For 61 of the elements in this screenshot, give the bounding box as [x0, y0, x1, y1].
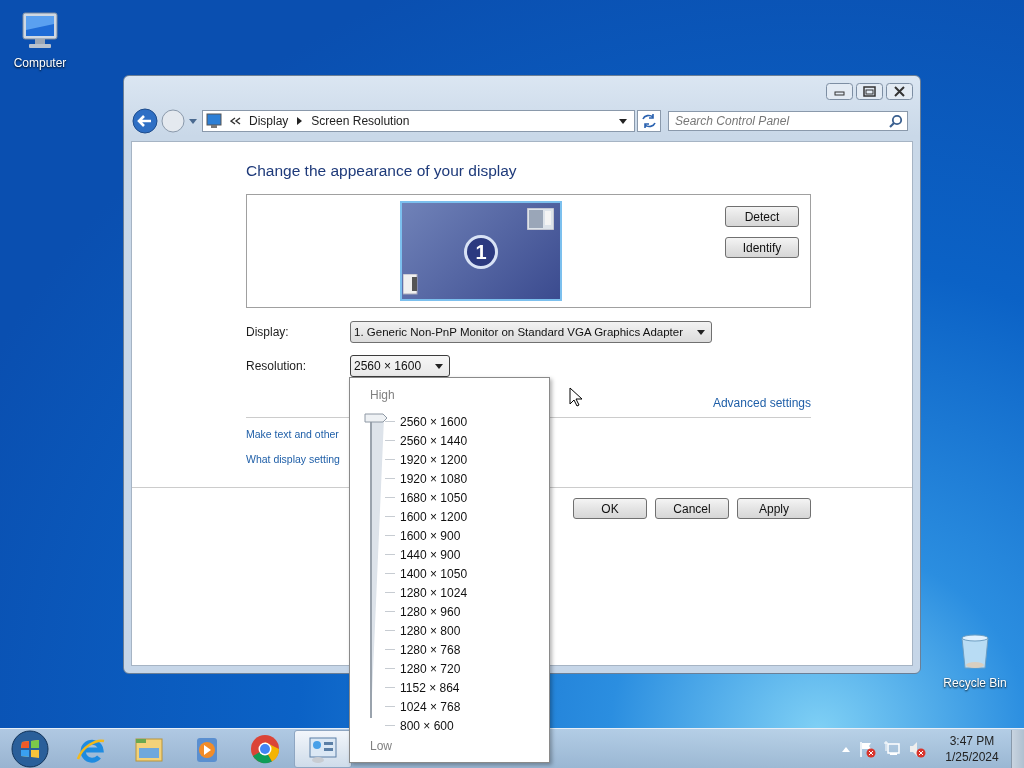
preview-action-button[interactable]: Identify — [725, 237, 799, 258]
resolution-option[interactable]: 1920 × 1200 — [400, 452, 468, 467]
minimize-button[interactable] — [826, 83, 853, 100]
chrome-icon[interactable] — [249, 732, 281, 765]
breadcrumb-arrow-icon[interactable] — [296, 116, 304, 126]
start-button[interactable] — [10, 728, 50, 768]
address-bar[interactable]: Display Screen Resolution — [202, 110, 635, 132]
dialog-button[interactable]: OK — [573, 498, 647, 519]
resolution-option[interactable]: 1280 × 720 — [400, 661, 461, 676]
monitor-preview[interactable]: 1 — [400, 201, 562, 301]
taskbar-button[interactable] — [294, 729, 352, 768]
resolution-option[interactable]: 2560 × 1440 — [400, 433, 468, 448]
resolution-option[interactable]: 1024 × 768 — [400, 699, 461, 714]
dialog-button[interactable]: Apply — [737, 498, 811, 519]
maximize-button[interactable] — [856, 83, 883, 100]
dialog-button[interactable]: Cancel — [655, 498, 729, 519]
mouse-pointer-icon — [569, 387, 583, 407]
resolution-option[interactable]: 1920 × 1080 — [400, 471, 468, 486]
flag-error-icon[interactable] — [858, 739, 876, 758]
preview-action-button[interactable]: Detect — [725, 206, 799, 227]
dropdown-caret-icon[interactable] — [434, 362, 444, 370]
resolution-option[interactable]: 1280 × 960 — [400, 604, 461, 619]
resolution-option[interactable]: 1440 × 900 — [400, 547, 461, 562]
dropdown-field[interactable]: 1. Generic Non-PnP Monitor on Standard VGA Graphics Adapter — [350, 321, 712, 343]
resolution-option[interactable]: 1280 × 768 — [400, 642, 461, 657]
resolution-option[interactable]: 1280 × 800 — [400, 623, 461, 638]
resolution-option[interactable]: 1600 × 900 — [400, 528, 461, 543]
dropdown-caret-icon[interactable] — [618, 117, 628, 125]
page-heading: Change the appearance of your display — [246, 162, 518, 181]
resolution-option[interactable]: 1400 × 1050 — [400, 566, 468, 581]
clock[interactable]: 3:47 PM 1/25/2024 — [941, 732, 1003, 765]
dropdown-field[interactable]: 2560 × 1600 — [350, 355, 450, 377]
resolution-option[interactable]: 1680 × 1050 — [400, 490, 468, 505]
slider-low-label: Low — [370, 739, 393, 755]
mini-window-icon — [403, 274, 418, 295]
refresh-button[interactable] — [637, 110, 661, 132]
breadcrumb-link[interactable]: Display — [249, 114, 289, 128]
breadcrumb-link[interactable]: Screen Resolution — [311, 114, 410, 128]
slider-thumb[interactable] — [364, 413, 388, 423]
control-panel-icon — [206, 113, 222, 129]
slider-high-label: High — [370, 388, 396, 404]
close-button[interactable] — [886, 83, 913, 100]
search-field[interactable]: Search Control Panel — [668, 111, 908, 131]
search-icon[interactable] — [889, 114, 903, 128]
resolution-option[interactable]: 1280 × 1024 — [400, 585, 468, 600]
advanced-settings-link[interactable]: Advanced settings — [712, 396, 811, 410]
back-button[interactable] — [132, 108, 158, 134]
mini-window-icon — [527, 208, 554, 230]
help-link[interactable]: Make text and other — [246, 428, 339, 440]
help-link[interactable]: What display setting — [246, 453, 340, 465]
field-label: Display: — [246, 325, 290, 339]
resolution-option[interactable]: 1600 × 1200 — [400, 509, 468, 524]
desktop-icon-label[interactable]: Computer — [13, 56, 67, 70]
chevron-icon[interactable] — [230, 116, 241, 126]
resolution-option[interactable]: 2560 × 1600 — [400, 414, 468, 429]
recent-pages-caret-icon[interactable] — [188, 116, 198, 126]
resolution-option[interactable]: 800 × 600 — [400, 718, 454, 733]
field-label: Resolution: — [246, 359, 308, 373]
dropdown-caret-icon[interactable] — [696, 328, 706, 336]
resolution-option[interactable]: 1152 × 864 — [400, 680, 460, 695]
monitor-number-badge: 1 — [464, 235, 498, 269]
